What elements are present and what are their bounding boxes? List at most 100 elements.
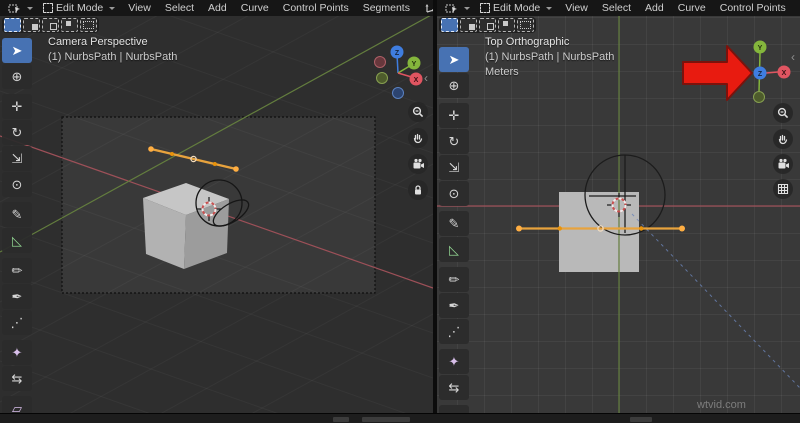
mode-label: Edit Mode [56, 2, 104, 14]
menu-item[interactable]: Curve [234, 1, 276, 15]
tool-curve-pen[interactable]: ✒ [2, 284, 32, 309]
gizmo-neg-y[interactable] [753, 91, 765, 103]
select-mode-new[interactable] [4, 18, 21, 32]
magnifier-icon [777, 107, 789, 119]
tool-draw[interactable]: ✏ [439, 267, 469, 292]
region-collapse-icon[interactable]: ‹ [424, 72, 428, 84]
menu-item[interactable]: View [121, 1, 158, 15]
nurbs-path[interactable] [516, 225, 685, 232]
select-mode-difference[interactable] [498, 18, 515, 32]
tool-extrude[interactable]: ⋰ [439, 319, 469, 344]
tool-select-box[interactable]: ➤ [439, 47, 469, 72]
tool-cursor[interactable]: ⊕ [2, 64, 32, 89]
watermark: wtvid.com [697, 399, 746, 411]
camera-dashed-line [631, 213, 800, 389]
editor-type-button[interactable] [4, 2, 37, 15]
select-mode-intersect[interactable] [80, 18, 97, 32]
strip-chip [333, 417, 349, 422]
perspective-toggle-button[interactable] [773, 179, 793, 199]
menu-item[interactable]: Add [638, 1, 671, 15]
zoom-button[interactable] [773, 103, 793, 123]
menu-item[interactable]: Select [595, 1, 638, 15]
menu-item[interactable]: Control Points [276, 1, 356, 15]
grid-icon [777, 183, 789, 195]
chevron-down-icon [109, 6, 116, 10]
menu-item[interactable]: Segments [356, 1, 417, 15]
tool-randomize[interactable]: ⇆ [2, 366, 32, 391]
svg-text:Z: Z [395, 50, 400, 57]
tool-move[interactable]: ✛ [439, 103, 469, 128]
lock-icon [415, 185, 421, 195]
cube-object[interactable] [559, 192, 639, 272]
tool-draw[interactable]: ✏ [2, 258, 32, 283]
viewport-header: Edit Mode View Select Add Curve Control Poin… [0, 0, 433, 16]
hand-icon [778, 134, 788, 145]
select-mode-difference[interactable] [61, 18, 78, 32]
gizmo-neg-z[interactable] [392, 87, 404, 99]
tool-rotate[interactable]: ↻ [439, 129, 469, 154]
tool-transform[interactable]: ⊙ [2, 172, 32, 197]
menu-item[interactable]: Select [158, 1, 201, 15]
viewport-header: Edit Mode View Select Add Curve Control Poin… [437, 0, 800, 16]
svg-text:Y: Y [758, 45, 763, 52]
chevron-down-icon [546, 6, 553, 10]
mode-selector[interactable]: Edit Mode [39, 1, 119, 15]
zoom-button[interactable] [408, 102, 428, 122]
tool-move[interactable]: ✛ [2, 94, 32, 119]
tool-tilt[interactable]: ✦ [439, 349, 469, 374]
tool-shear[interactable]: ▱ [2, 396, 32, 413]
tool-transform[interactable]: ⊙ [439, 181, 469, 206]
navigation-gizmo[interactable]: Y X Z [753, 40, 791, 103]
tool-shear[interactable]: ▱ [439, 405, 469, 413]
viewport-camera-perspective: Edit Mode View Select Add Curve Control Poin… [0, 0, 433, 413]
editor-type-button[interactable] [441, 2, 474, 15]
camera-icon [413, 158, 424, 169]
mode-selector[interactable]: Edit Mode [476, 1, 556, 15]
viewport-canvas[interactable]: Z Y X Camera Perspective (1) NurbsPath |… [0, 16, 433, 413]
orientation-axes-icon [425, 4, 433, 13]
tool-measure[interactable]: ◺ [439, 237, 469, 262]
menu-item[interactable]: View [558, 1, 595, 15]
svg-text:Z: Z [758, 71, 763, 78]
select-mode-subtract[interactable] [42, 18, 59, 32]
tool-curve-pen[interactable]: ✒ [439, 293, 469, 318]
tool-scale[interactable]: ⇲ [439, 155, 469, 180]
tool-randomize[interactable]: ⇆ [439, 375, 469, 400]
menu-item[interactable]: Curve [671, 1, 713, 15]
chevron-down-icon [27, 6, 33, 10]
timeline-strip [0, 413, 800, 423]
menu-item[interactable]: Segments [793, 1, 800, 15]
tool-rotate[interactable]: ↻ [2, 120, 32, 145]
tool-annotate[interactable]: ✎ [2, 202, 32, 227]
navigation-gizmo[interactable]: Z Y X [374, 45, 423, 99]
region-collapse-icon[interactable]: ‹ [791, 51, 795, 63]
tool-scale[interactable]: ⇲ [2, 146, 32, 171]
gizmo-neg-x[interactable] [374, 56, 386, 68]
transform-orientation-selector[interactable]: Global [421, 1, 433, 15]
mode-label: Edit Mode [493, 2, 541, 14]
viewport-canvas[interactable]: Y X Z Top Orthographic (1) NurbsPath | N… [437, 16, 800, 413]
camera-view-button[interactable] [773, 154, 793, 174]
select-mode-new[interactable] [441, 18, 458, 32]
select-mode-extend[interactable] [460, 18, 477, 32]
select-mode-extend[interactable] [23, 18, 40, 32]
select-mode-subtract[interactable] [479, 18, 496, 32]
menu-item[interactable]: Add [201, 1, 234, 15]
scene-top-orthographic: Y X Z [437, 16, 800, 413]
tool-cursor[interactable]: ⊕ [439, 73, 469, 98]
lock-view-button[interactable] [408, 180, 428, 200]
tool-extrude[interactable]: ⋰ [2, 310, 32, 335]
blender-window: Edit Mode View Select Add Curve Control Poin… [0, 0, 800, 423]
pan-button[interactable] [408, 128, 428, 148]
menu-item[interactable]: Control Points [713, 1, 793, 15]
tool-select-box[interactable]: ➤ [2, 38, 32, 63]
magnifier-icon [412, 106, 424, 118]
gizmo-neg-y[interactable] [376, 72, 388, 84]
editor-3d-viewport-icon [8, 4, 20, 13]
pan-button[interactable] [773, 129, 793, 149]
tool-tilt[interactable]: ✦ [2, 340, 32, 365]
select-mode-intersect[interactable] [517, 18, 534, 32]
tool-annotate[interactable]: ✎ [439, 211, 469, 236]
tool-measure[interactable]: ◺ [2, 228, 32, 253]
camera-view-button[interactable] [408, 154, 428, 174]
